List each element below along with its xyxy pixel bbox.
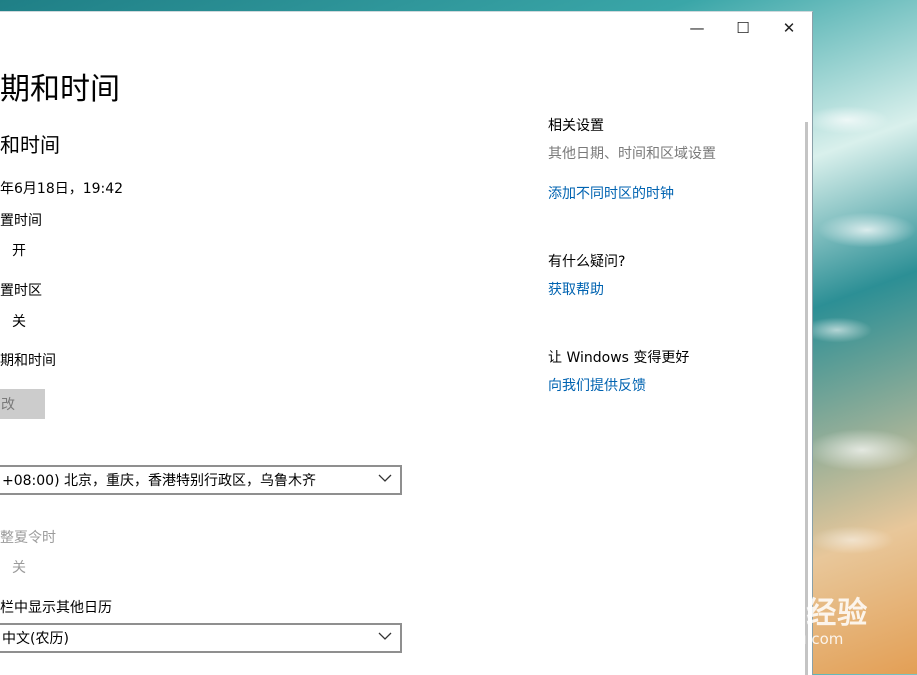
current-datetime: 年6月18日，19:42 xyxy=(0,181,124,197)
timezone-select-value: +08:00) 北京，重庆，香港特别行政区，乌鲁木齐 xyxy=(2,473,316,489)
other-calendar-label: 栏中显示其他日历 xyxy=(0,600,112,616)
question-heading: 有什么疑问? xyxy=(548,254,626,270)
calendar-select[interactable]: 中文(农历) xyxy=(0,623,402,653)
chevron-down-icon xyxy=(378,474,392,482)
calendar-select-value: 中文(农历) xyxy=(2,631,69,647)
change-datetime-button[interactable]: 改 xyxy=(0,389,45,419)
watermark-brand: Baidu经验 xyxy=(705,596,869,631)
auto-time-label: 置时间 xyxy=(0,213,42,229)
get-help-link[interactable]: 获取帮助 xyxy=(548,279,604,299)
related-settings-heading: 相关设置 xyxy=(548,118,604,134)
settings-window: — ☐ ✕ 期和时间 和时间 年6月18日，19:42 置时间 开 置时区 关 … xyxy=(0,11,813,675)
watermark-logo: Baidu经验 jingyan.baidu.com xyxy=(705,588,868,648)
page-title: 期和时间 xyxy=(0,72,120,107)
maximize-button[interactable]: ☐ xyxy=(720,12,766,44)
improve-heading: 让 Windows 变得更好 xyxy=(548,350,690,366)
watermark-domain: jingyan.baidu.com xyxy=(705,630,844,648)
desktop-wallpaper xyxy=(807,0,917,674)
auto-timezone-toggle[interactable]: 关 xyxy=(12,311,26,331)
chevron-down-icon xyxy=(378,632,392,640)
auto-time-toggle[interactable]: 开 xyxy=(12,240,26,260)
timezone-select[interactable]: +08:00) 北京，重庆，香港特别行政区，乌鲁木齐 xyxy=(0,465,402,495)
auto-timezone-label: 置时区 xyxy=(0,283,42,299)
add-clocks-link[interactable]: 添加不同时区的时钟 xyxy=(548,183,674,203)
close-button[interactable]: ✕ xyxy=(766,12,812,44)
other-settings-link[interactable]: 其他日期、时间和区域设置 xyxy=(548,143,716,163)
manual-datetime-label: 期和时间 xyxy=(0,353,56,369)
title-bar-controls: — ☐ ✕ xyxy=(674,12,812,44)
dst-label: 整夏令时 xyxy=(0,530,56,546)
section-title: 和时间 xyxy=(0,133,60,157)
dst-toggle[interactable]: 关 xyxy=(12,557,26,577)
feedback-link[interactable]: 向我们提供反馈 xyxy=(548,375,646,395)
minimize-button[interactable]: — xyxy=(674,12,720,44)
